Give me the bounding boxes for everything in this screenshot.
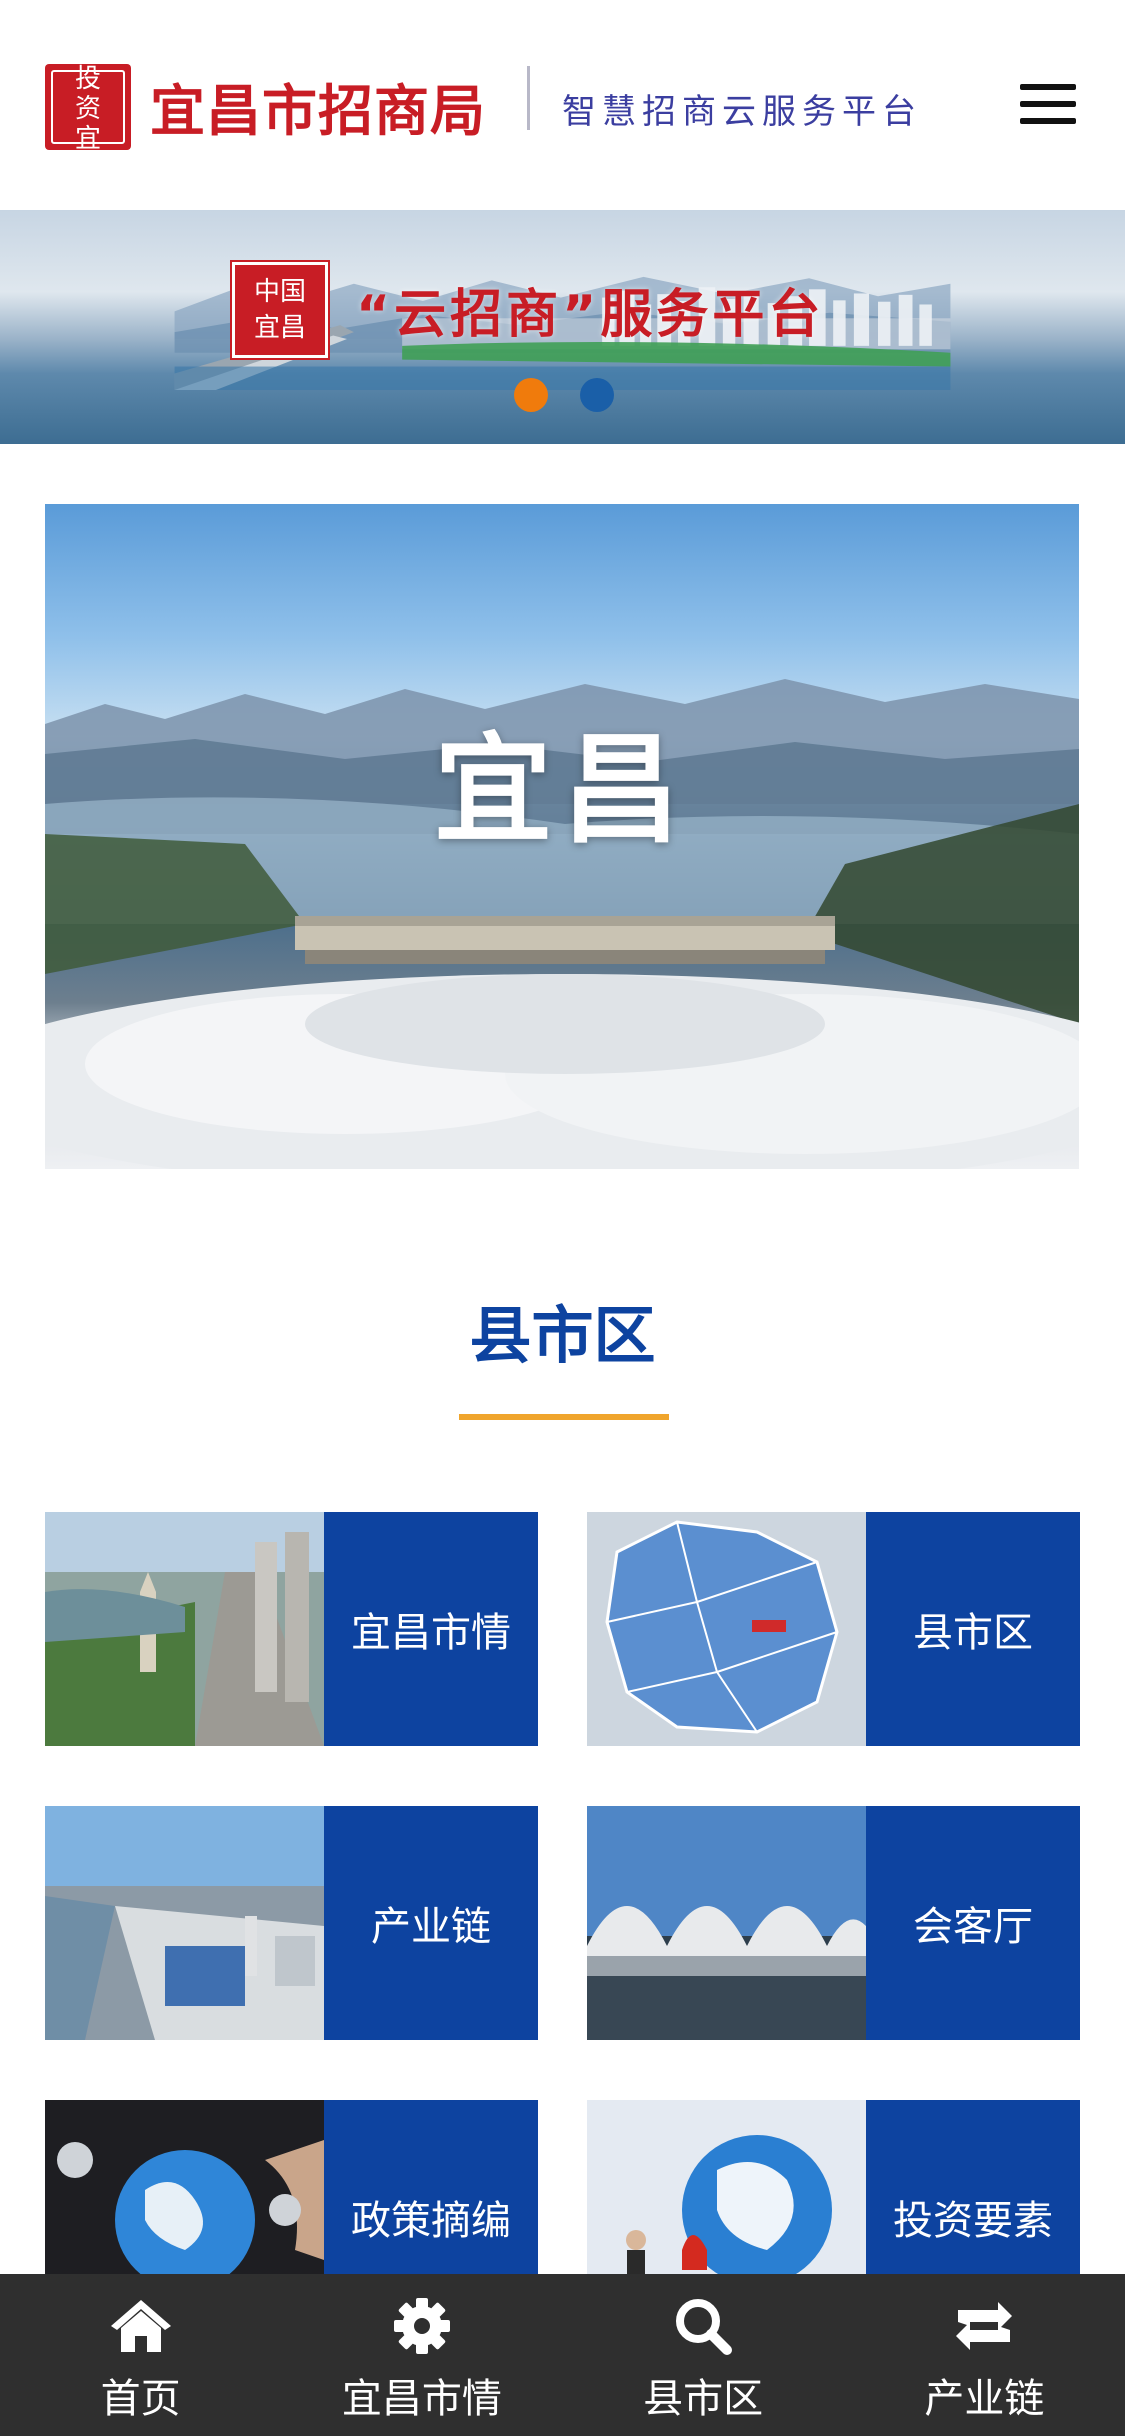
- home-icon: [110, 2300, 171, 2352]
- logo-seal: 投资宜昌: [45, 64, 131, 184]
- banner-seal: 中国宜昌: [232, 262, 328, 358]
- city-pagoda-road-photo: [45, 1512, 324, 1746]
- district-map-image: [587, 1512, 866, 1746]
- bureau-name: 宜昌市招商局: [150, 78, 487, 143]
- section-underline: [459, 1414, 669, 1420]
- card-districts[interactable]: 县市区: [587, 1512, 1080, 1746]
- nav-yichang-info[interactable]: 宜昌市情: [281, 2274, 562, 2436]
- header: 投资宜昌 宜昌市招商局 智慧招商云服务平台: [0, 0, 1125, 210]
- nav-label: 产业链: [924, 2376, 1045, 2422]
- card-yichang-info[interactable]: 宜昌市情: [45, 1512, 538, 1746]
- nav-label: 首页: [100, 2376, 181, 2422]
- nav-industry-chain[interactable]: 产业链: [844, 2274, 1125, 2436]
- hero-image[interactable]: 宜昌: [45, 504, 1079, 1169]
- banner-carousel[interactable]: 中国宜昌 “云招商”服务平台: [0, 210, 1125, 444]
- nav-districts[interactable]: 县市区: [563, 2274, 844, 2436]
- card-label: 县市区: [866, 1512, 1080, 1746]
- hero-title: 宜昌: [433, 720, 690, 859]
- nav-label: 县市区: [643, 2376, 764, 2422]
- platform-name: 智慧招商云服务平台: [562, 92, 922, 132]
- banner-title: “云招商”服务平台: [356, 285, 825, 345]
- card-label: 会客厅: [866, 1806, 1080, 2040]
- header-divider: [527, 66, 530, 130]
- gear-icon: [393, 2298, 450, 2354]
- bottom-nav: 首页 宜昌市情 县市区 产业链: [0, 2274, 1125, 2436]
- card-label: 宜昌市情: [324, 1512, 538, 1746]
- stadium-photo: [587, 1806, 866, 2040]
- search-icon: [676, 2299, 733, 2355]
- carousel-dot-1-active[interactable]: [514, 378, 548, 412]
- industrial-port-photo: [45, 1806, 324, 2040]
- hamburger-menu-icon[interactable]: [1020, 84, 1076, 124]
- logo-seal-text: 投资宜昌: [74, 64, 101, 184]
- card-reception-hall[interactable]: 会客厅: [587, 1806, 1080, 2040]
- card-label: 产业链: [324, 1806, 538, 2040]
- carousel-dot-2[interactable]: [580, 378, 614, 412]
- retweet-icon: [956, 2302, 1013, 2350]
- nav-label: 宜昌市情: [341, 2376, 502, 2422]
- card-industry-chain[interactable]: 产业链: [45, 1806, 538, 2040]
- banner-seal-text: 中国宜昌: [253, 277, 306, 343]
- section-title: 县市区: [469, 1299, 656, 1372]
- nav-home[interactable]: 首页: [0, 2274, 281, 2436]
